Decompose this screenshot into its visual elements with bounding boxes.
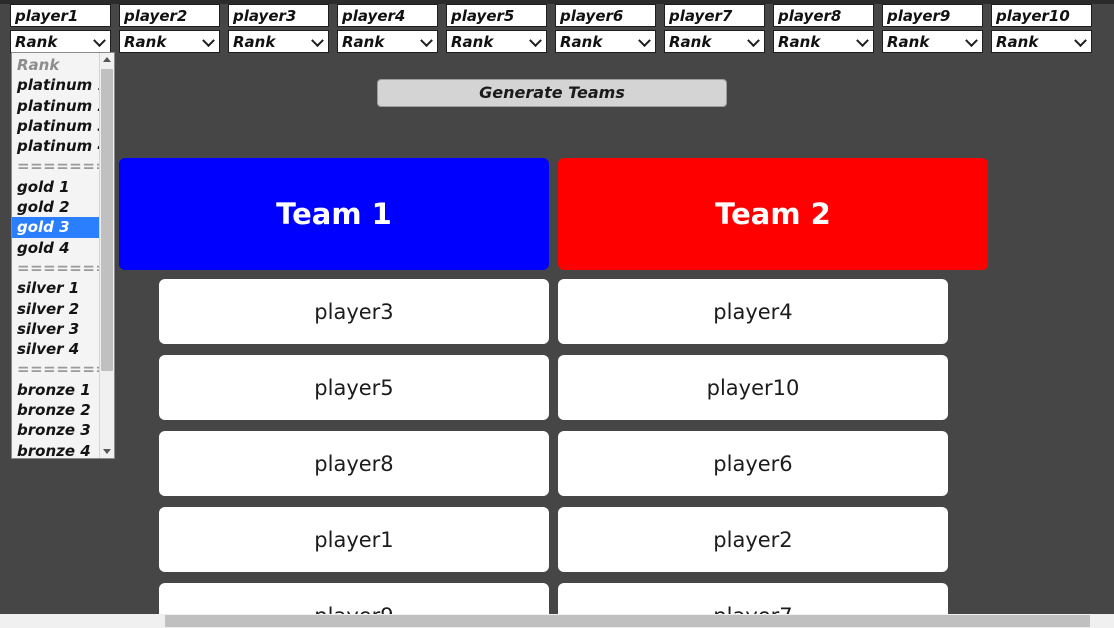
rank-option-bronze-4[interactable]: bronze 4 (12, 441, 100, 458)
rank-option-bronze-1[interactable]: bronze 1 (12, 380, 100, 400)
player-column-5 (446, 4, 555, 56)
rank-dropdown-options: Rank platinum 1 platinum 2 platinum 3 pl… (12, 53, 109, 458)
team-2-header: Team 2 (558, 158, 988, 270)
rank-option-rank[interactable]: Rank (12, 55, 100, 75)
generate-teams-button[interactable]: Generate Teams (377, 79, 727, 107)
team-1-member-card[interactable]: player8 (159, 431, 549, 496)
rank-select-wrap-1 (10, 30, 111, 53)
rank-select-5[interactable] (446, 30, 547, 53)
rank-dropdown-scrollbar[interactable] (99, 53, 114, 458)
team-2-member-card[interactable]: player2 (558, 507, 948, 572)
player-column-8 (773, 4, 882, 56)
scroll-up-arrow-icon[interactable] (100, 53, 114, 67)
rank-select-9[interactable] (882, 30, 983, 53)
player-column-6 (555, 4, 664, 56)
rank-select-3[interactable] (228, 30, 329, 53)
rank-select-wrap-9 (882, 30, 983, 53)
scroll-down-arrow-icon[interactable] (100, 444, 114, 458)
rank-option-gold-1[interactable]: gold 1 (12, 177, 100, 197)
rank-select-wrap-5 (446, 30, 547, 53)
rank-select-6[interactable] (555, 30, 656, 53)
rank-option-silver-2[interactable]: silver 2 (12, 299, 100, 319)
rank-option-silver-4[interactable]: silver 4 (12, 339, 100, 359)
team-2-member-card[interactable]: player10 (558, 355, 948, 420)
team-1-header: Team 1 (119, 158, 549, 270)
player-column-1 (10, 4, 119, 56)
rank-select-wrap-10 (991, 30, 1092, 53)
rank-select-1[interactable] (10, 30, 111, 53)
rank-select-wrap-8 (773, 30, 874, 53)
player-name-input-5[interactable] (446, 4, 547, 27)
player-entry-row (10, 4, 1114, 56)
rank-option-separator-2: ======= (17, 258, 109, 277)
rank-dropdown-listbox[interactable]: Rank platinum 1 platinum 2 platinum 3 pl… (11, 52, 115, 459)
rank-select-wrap-4 (337, 30, 438, 53)
player-name-input-2[interactable] (119, 4, 220, 27)
player-name-input-9[interactable] (882, 4, 983, 27)
rank-select-wrap-7 (664, 30, 765, 53)
rank-option-bronze-2[interactable]: bronze 2 (12, 400, 100, 420)
player-column-7 (664, 4, 773, 56)
rank-select-10[interactable] (991, 30, 1092, 53)
team-generator-app: Rank platinum 1 platinum 2 platinum 3 pl… (0, 0, 1114, 628)
team-2-member-card[interactable]: player6 (558, 431, 948, 496)
player-name-input-8[interactable] (773, 4, 874, 27)
rank-option-separator-3: ======= (17, 360, 109, 379)
player-column-4 (337, 4, 446, 56)
rank-option-separator-1: ======= (17, 157, 109, 176)
horizontal-scrollbar-thumb[interactable] (165, 615, 1090, 627)
player-column-2 (119, 4, 228, 56)
player-name-input-10[interactable] (991, 4, 1092, 27)
rank-option-bronze-3[interactable]: bronze 3 (12, 420, 100, 440)
team-2-member-card[interactable]: player4 (558, 279, 948, 344)
player-name-input-6[interactable] (555, 4, 656, 27)
rank-select-2[interactable] (119, 30, 220, 53)
team-column-1: Team 1 player3 player5 player8 player1 p… (119, 158, 549, 628)
rank-select-wrap-3 (228, 30, 329, 53)
player-column-9 (882, 4, 991, 56)
rank-option-silver-1[interactable]: silver 1 (12, 278, 100, 298)
rank-option-gold-4[interactable]: gold 4 (12, 238, 100, 258)
rank-select-4[interactable] (337, 30, 438, 53)
player-name-input-4[interactable] (337, 4, 438, 27)
player-name-input-1[interactable] (10, 4, 111, 27)
player-column-10 (991, 4, 1100, 56)
player-column-3 (228, 4, 337, 56)
rank-option-platinum-2[interactable]: platinum 2 (12, 96, 108, 116)
scrollbar-thumb[interactable] (101, 69, 113, 371)
rank-option-platinum-1[interactable]: platinum 1 (12, 75, 108, 95)
horizontal-scrollbar[interactable] (0, 614, 1114, 628)
team-1-member-card[interactable]: player5 (159, 355, 549, 420)
rank-select-wrap-2 (119, 30, 220, 53)
player-name-input-7[interactable] (664, 4, 765, 27)
player-name-input-3[interactable] (228, 4, 329, 27)
rank-option-gold-3[interactable]: gold 3 (12, 217, 100, 238)
rank-option-gold-2[interactable]: gold 2 (12, 197, 100, 217)
team-2-member-list: player4 player10 player6 player2 player7 (558, 279, 988, 628)
team-1-member-card[interactable]: player1 (159, 507, 549, 572)
rank-select-8[interactable] (773, 30, 874, 53)
team-column-2: Team 2 player4 player10 player6 player2 … (558, 158, 988, 628)
teams-area: Team 1 player3 player5 player8 player1 p… (0, 158, 1114, 628)
rank-option-platinum-3[interactable]: platinum 3 (12, 116, 108, 136)
team-1-member-list: player3 player5 player8 player1 player9 (119, 279, 549, 628)
rank-option-platinum-4[interactable]: platinum 4 (12, 136, 108, 156)
rank-select-wrap-6 (555, 30, 656, 53)
rank-option-silver-3[interactable]: silver 3 (12, 319, 100, 339)
rank-select-7[interactable] (664, 30, 765, 53)
team-1-member-card[interactable]: player3 (159, 279, 549, 344)
